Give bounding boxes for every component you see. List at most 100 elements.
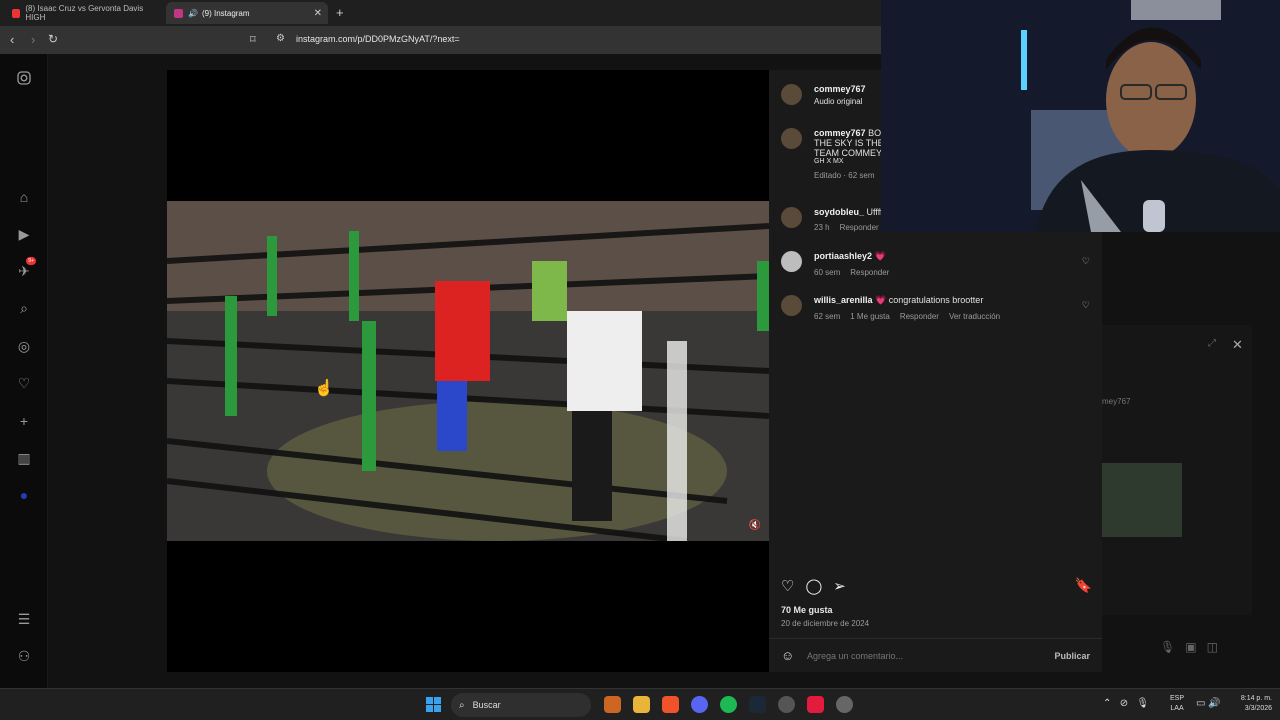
publish-button[interactable]: Publicar: [1054, 651, 1090, 661]
url-field[interactable]: instagram.com/p/DD0PMzGNyAT/?next=: [296, 34, 460, 44]
expand-icon[interactable]: ⤢: [1208, 338, 1216, 349]
caption-line: THE SKY IS THE L: [814, 138, 892, 148]
notification-badge: 9+: [26, 257, 36, 265]
reply-button[interactable]: Responder: [850, 268, 889, 277]
post-actions: ♡ ◯ ➢: [781, 577, 1091, 595]
post-header: commey767 Audio original: [781, 84, 866, 106]
forward-button[interactable]: ›: [31, 32, 35, 47]
spotify-icon[interactable]: [720, 696, 737, 713]
comment-like-icon[interactable]: ♡: [1082, 300, 1090, 311]
keyboard-layout: LAA: [1170, 705, 1184, 712]
discord-icon[interactable]: [691, 696, 708, 713]
comment-input[interactable]: [807, 651, 1037, 661]
instagram-icon: [174, 8, 183, 18]
webcam-feed: [881, 0, 1280, 232]
language-code: ESP: [1170, 695, 1185, 702]
comment-text: 💗: [874, 251, 886, 261]
comment-time: 62 sem: [814, 312, 841, 321]
steam-icon[interactable]: [749, 696, 766, 713]
plus-icon[interactable]: +: [14, 411, 34, 431]
boxing-ring-frame: [167, 201, 769, 541]
comment-row: willis_arenilla 💗 congratulations broott…: [781, 295, 1010, 321]
youtube-icon: [12, 8, 21, 18]
avatar[interactable]: [781, 251, 802, 272]
taskbar-search[interactable]: ⌕ Buscar: [451, 693, 591, 717]
chat-composer-icons: 🎙▣◫: [1160, 640, 1228, 654]
search-icon[interactable]: ⌕: [14, 298, 34, 318]
reels-icon[interactable]: ▶: [14, 224, 34, 244]
comment-username[interactable]: soydobleu_: [814, 207, 864, 217]
insights-icon[interactable]: ▥: [14, 448, 34, 468]
instagram-sidebar: ⌂ ▶ ✈ 9+ ⌕ ◎ ♡ + ▥ ● ☰ ⚇: [0, 54, 48, 688]
explore-icon[interactable]: ◎: [14, 336, 34, 356]
likes-count[interactable]: 70 Me gusta: [781, 605, 833, 615]
system-tray-icons[interactable]: ⌃ ⊘ 🎙: [1103, 698, 1149, 709]
background-chat-user: mey767: [1102, 397, 1131, 406]
clock-date: 3/3/2026: [1244, 705, 1272, 712]
reload-button[interactable]: ↻: [48, 32, 58, 46]
avatar-icon[interactable]: ●: [14, 485, 34, 505]
comment-time: 23 h: [814, 223, 830, 232]
audio-label[interactable]: Audio original: [814, 97, 866, 106]
avatar[interactable]: [781, 295, 802, 316]
emoji-icon[interactable]: ☺: [781, 648, 794, 663]
post-date: 20 de diciembre de 2024: [781, 619, 870, 628]
reply-button[interactable]: Responder: [840, 223, 879, 232]
taskbar-search-label: Buscar: [472, 700, 501, 710]
translate-button[interactable]: Ver traducción: [949, 312, 1000, 321]
app-icon[interactable]: [778, 696, 795, 713]
comment-like-icon[interactable]: ♡: [1082, 256, 1090, 267]
app-icon[interactable]: [807, 696, 824, 713]
mute-icon[interactable]: 🔇: [749, 520, 761, 531]
comment-username[interactable]: willis_arenilla: [814, 295, 873, 305]
share-icon[interactable]: ➢: [833, 577, 846, 595]
settings-icon[interactable]: [836, 696, 853, 713]
webcam-overlay: [881, 0, 1280, 232]
caption-line: BO: [868, 128, 882, 138]
comment-time: 60 sem: [814, 268, 841, 277]
tab-instagram[interactable]: 🔊 (9) Instagram ✕: [166, 2, 328, 24]
close-icon[interactable]: ✕: [1232, 337, 1243, 353]
windows-taskbar: ⌕ Buscar ⌃ ⊘ 🎙 ESP LAA ▭ 🔊 8:14 p. m. 3/…: [0, 688, 1280, 720]
tab-label: (8) Isaac Cruz vs Gervonta Davis HIGH: [25, 4, 144, 22]
caption-meta: Editado · 62 sem: [814, 171, 875, 180]
comment-username[interactable]: portiaashley2: [814, 251, 872, 261]
caption-username[interactable]: commey767: [814, 128, 866, 138]
caption-line: GH X MX: [814, 158, 844, 165]
comment-composer: ☺ Publicar: [769, 638, 1102, 672]
new-tab-button[interactable]: +: [336, 5, 344, 20]
clock[interactable]: 8:14 p. m. 3/3/2026: [1232, 694, 1272, 714]
start-button[interactable]: [426, 697, 441, 712]
app-icon[interactable]: [604, 696, 621, 713]
bookmark-icon[interactable]: ⌑: [250, 33, 256, 46]
menu-icon[interactable]: ☰: [14, 609, 34, 629]
close-tab-icon[interactable]: ✕: [314, 8, 322, 19]
video-player[interactable]: ☝ 🔇: [167, 201, 769, 541]
post-media[interactable]: ☝ 🔇: [167, 70, 769, 672]
brave-icon[interactable]: [662, 696, 679, 713]
hand-cursor-icon: ☝: [314, 380, 334, 397]
file-explorer-icon[interactable]: [633, 696, 650, 713]
author-username[interactable]: commey767: [814, 84, 866, 94]
back-button[interactable]: ‹: [10, 32, 14, 47]
caption-line: TEAM COMMEY: [814, 148, 883, 158]
tab-youtube[interactable]: (8) Isaac Cruz vs Gervonta Davis HIGH: [4, 2, 164, 24]
save-icon[interactable]: 🔖: [1075, 577, 1092, 594]
comment-icon[interactable]: ◯: [805, 577, 822, 595]
home-icon[interactable]: ⌂: [14, 187, 34, 207]
heart-icon[interactable]: ♡: [14, 373, 34, 393]
comment-row: soydobleu_ Uffff 23 h Responder: [781, 207, 889, 232]
send-icon[interactable]: ✈ 9+: [14, 257, 36, 281]
threads-icon[interactable]: ⚇: [14, 646, 34, 666]
site-settings-icon[interactable]: ⚙: [276, 33, 285, 44]
reply-button[interactable]: Responder: [900, 312, 939, 321]
avatar[interactable]: [781, 84, 802, 105]
avatar[interactable]: [781, 207, 802, 228]
language-indicator[interactable]: ESP LAA: [1170, 694, 1184, 714]
avatar[interactable]: [781, 128, 802, 149]
like-icon[interactable]: ♡: [781, 577, 794, 595]
network-volume-icons[interactable]: ▭ 🔊: [1196, 698, 1221, 709]
comment-likes[interactable]: 1 Me gusta: [850, 312, 890, 321]
instagram-logo-icon[interactable]: [14, 68, 34, 88]
speaker-icon: 🔊: [188, 8, 198, 18]
